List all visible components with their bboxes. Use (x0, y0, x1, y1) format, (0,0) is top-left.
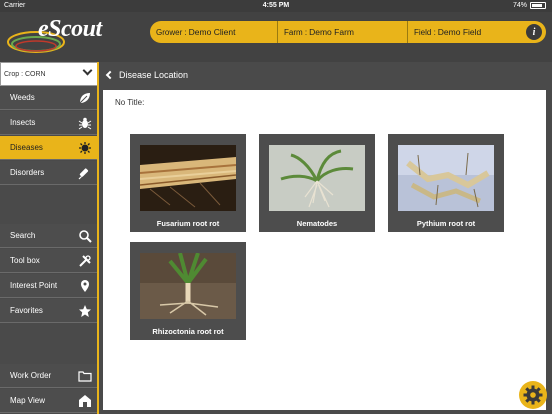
page-titlebar: Disease Location (99, 62, 552, 88)
battery-status: 74% (513, 2, 546, 9)
chevron-down-icon (82, 65, 93, 76)
sidebar-item-label: Work Order (10, 371, 52, 380)
battery-percent: 74% (512, 2, 527, 9)
farm-selector[interactable]: Farm : Demo Farm (278, 21, 408, 43)
farm-label: Farm : (284, 27, 308, 37)
search-icon (78, 229, 92, 243)
disease-tile-nematodes[interactable]: Nematodes (259, 134, 375, 232)
sidebar-item-label: Search (10, 231, 36, 240)
disease-tile-fusarium[interactable]: Fusarium root rot (130, 134, 246, 232)
battery-icon (530, 2, 546, 9)
rhizoctonia-thumbnail (140, 253, 236, 319)
crop-label: Crop : CORN (4, 70, 46, 78)
sidebar-item-insects[interactable]: Insects (0, 111, 98, 135)
sidebar-item-label: Insects (10, 118, 36, 127)
content-panel: No Title: Fusarium root rot Nematodes Py… (103, 90, 546, 410)
field-label: Field : (414, 27, 436, 37)
app-header: eScout Grower : Demo Client Farm : Demo … (0, 12, 552, 62)
crop-dropdown[interactable]: Crop : CORN (0, 62, 98, 86)
syringe-icon (78, 166, 92, 180)
farm-value: Demo Farm (309, 27, 354, 37)
pythium-thumbnail (398, 145, 494, 211)
grower-value: Demo Client (188, 27, 236, 37)
sidebar-item-label: Disorders (10, 168, 45, 177)
sidebar-item-favorites[interactable]: Favorites (0, 299, 98, 323)
sidebar-spacer (0, 186, 98, 224)
field-value: Demo Field (437, 27, 482, 37)
sidebar-item-map-view[interactable]: Map View (0, 389, 98, 413)
app-logo: eScout (6, 16, 106, 58)
leaf-icon (78, 91, 92, 105)
settings-gear-icon[interactable] (519, 381, 547, 409)
sidebar-item-label: Interest Point (10, 281, 58, 290)
sidebar-item-label: Tool box (10, 256, 40, 265)
sidebar-item-disorders[interactable]: Disorders (0, 161, 98, 185)
section-title: No Title: (115, 98, 145, 107)
tools-icon (78, 254, 92, 268)
sidebar: Crop : CORN Weeds Insects Diseases Disor… (0, 62, 98, 414)
sidebar-item-label: Diseases (10, 143, 43, 152)
status-bar: Carrier 4:55 PM 74% (0, 0, 552, 12)
barn-icon (78, 394, 92, 408)
sidebar-item-weeds[interactable]: Weeds (0, 86, 98, 110)
page-title: Disease Location (119, 70, 189, 80)
grower-selector[interactable]: Grower : Demo Client (150, 21, 278, 43)
sidebar-item-toolbox[interactable]: Tool box (0, 249, 98, 273)
star-icon (78, 304, 92, 318)
field-selector[interactable]: Field : Demo Field (408, 21, 518, 43)
app-name: eScout (38, 16, 102, 42)
folder-icon (78, 369, 92, 383)
nematodes-thumbnail (269, 145, 365, 211)
map-pin-icon (78, 279, 92, 293)
context-bar: Grower : Demo Client Farm : Demo Farm Fi… (150, 21, 546, 43)
sidebar-item-label: Map View (10, 396, 45, 405)
tile-caption: Nematodes (296, 219, 338, 228)
tile-caption: Fusarium root rot (156, 219, 220, 228)
clock: 4:55 PM (262, 2, 290, 9)
sidebar-item-label: Weeds (10, 93, 35, 102)
virus-icon (78, 141, 92, 155)
tile-caption: Pythium root rot (416, 219, 476, 228)
disease-tile-pythium[interactable]: Pythium root rot (388, 134, 504, 232)
sidebar-spacer (0, 324, 98, 364)
tile-caption: Rhizoctonia root rot (152, 327, 224, 336)
sidebar-divider (97, 62, 99, 414)
fusarium-thumbnail (140, 145, 236, 211)
info-icon[interactable]: i (526, 24, 542, 40)
sidebar-item-work-order[interactable]: Work Order (0, 364, 98, 388)
sidebar-item-label: Favorites (10, 306, 43, 315)
bug-icon (78, 116, 92, 130)
disease-tile-rhizoctonia[interactable]: Rhizoctonia root rot (130, 242, 246, 340)
back-arrow-icon[interactable] (105, 70, 115, 80)
sidebar-item-diseases[interactable]: Diseases (0, 136, 98, 160)
sidebar-item-search[interactable]: Search (0, 224, 98, 248)
grower-label: Grower : (156, 27, 187, 37)
sidebar-item-interest-point[interactable]: Interest Point (0, 274, 98, 298)
